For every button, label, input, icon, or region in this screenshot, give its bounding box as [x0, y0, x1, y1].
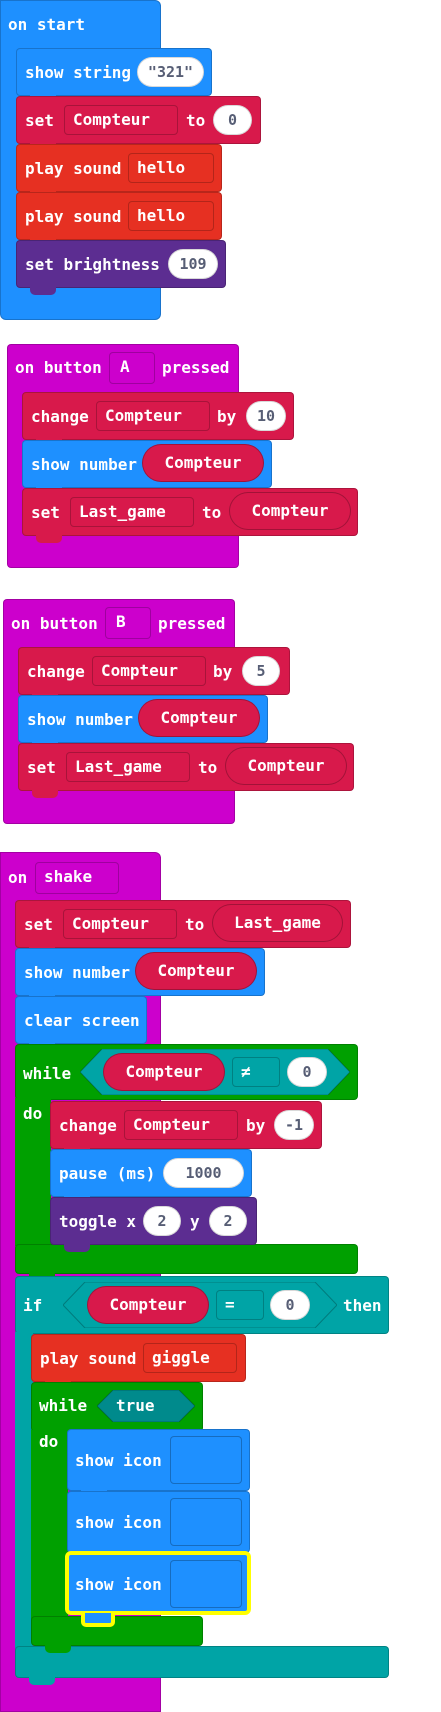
to-label: to: [202, 503, 222, 522]
pressed-label: pressed: [162, 358, 230, 377]
variable-dropdown[interactable]: Compteur: [96, 401, 210, 431]
on-button-label: on button: [11, 614, 98, 633]
variable-dropdown[interactable]: Compteur: [63, 909, 177, 939]
notch: [36, 535, 62, 543]
sound-dropdown[interactable]: hello: [128, 153, 214, 183]
set-value[interactable]: 0: [213, 105, 252, 135]
by-label: by: [246, 1116, 266, 1135]
on-start-label: on start: [8, 15, 86, 34]
variable-dropdown[interactable]: Compteur: [64, 105, 178, 135]
change-label: change: [31, 407, 89, 426]
compteur-reporter[interactable]: Compteur: [138, 699, 260, 737]
if-block-footer: [15, 1646, 389, 1678]
last-game-reporter[interactable]: Last_game: [212, 904, 343, 942]
icon-picker[interactable]: [170, 1436, 242, 1484]
set-brightness-label: set brightness: [25, 255, 160, 274]
by-label: by: [217, 407, 237, 426]
while-label: while: [23, 1064, 72, 1083]
while-true-arm: [31, 1430, 68, 1620]
notch: [30, 287, 56, 295]
compteur-reporter[interactable]: Compteur: [87, 1286, 209, 1324]
toggle-x-value[interactable]: 2: [143, 1206, 181, 1236]
to-label: to: [198, 758, 218, 777]
show-string-value[interactable]: "321": [137, 57, 204, 87]
show-string-label: show string: [25, 63, 131, 82]
change-label: change: [27, 662, 85, 681]
show-icon-label: show icon: [75, 1451, 162, 1470]
show-icon-label: show icon: [75, 1513, 162, 1532]
play-sound-label: play sound: [25, 159, 122, 178]
on-label: on: [8, 868, 28, 887]
then-label: then: [343, 1296, 382, 1315]
clear-screen-label: clear screen: [24, 1011, 140, 1030]
set-label: set: [25, 111, 54, 130]
variable-dropdown[interactable]: Last_game: [70, 497, 194, 527]
toggle-label: toggle x: [59, 1212, 137, 1231]
operator-dropdown[interactable]: =: [216, 1290, 264, 1320]
set-label: set: [27, 758, 56, 777]
notch: [81, 1613, 115, 1627]
y-label: y: [190, 1212, 200, 1231]
by-label: by: [213, 662, 233, 681]
play-sound-label: play sound: [25, 207, 122, 226]
compteur-reporter[interactable]: Compteur: [142, 444, 264, 482]
notch: [64, 1244, 90, 1252]
icon-picker[interactable]: [170, 1560, 242, 1608]
do-label: do: [39, 1432, 59, 1451]
show-number-label: show number: [24, 963, 130, 982]
compare-value[interactable]: 0: [287, 1057, 327, 1087]
show-icon-label: show icon: [75, 1575, 162, 1594]
sound-dropdown[interactable]: hello: [128, 201, 214, 231]
set-label: set: [31, 503, 60, 522]
show-number-label: show number: [31, 455, 137, 474]
pause-label: pause (ms): [59, 1164, 156, 1183]
change-value[interactable]: -1: [274, 1110, 314, 1140]
change-value[interactable]: 5: [242, 656, 280, 686]
compteur-reporter[interactable]: Compteur: [225, 747, 347, 785]
notch: [29, 1677, 55, 1685]
while-label: while: [39, 1396, 88, 1415]
do-label: do: [23, 1104, 43, 1123]
set-label: set: [24, 915, 53, 934]
while-true-footer: [31, 1616, 203, 1646]
brightness-value[interactable]: 109: [168, 249, 218, 279]
button-dropdown[interactable]: B: [105, 607, 151, 639]
notch: [32, 790, 58, 798]
on-button-label: on button: [15, 358, 102, 377]
compteur-reporter[interactable]: Compteur: [103, 1053, 225, 1091]
change-value[interactable]: 10: [246, 401, 286, 431]
to-label: to: [185, 915, 205, 934]
compteur-reporter[interactable]: Compteur: [229, 492, 351, 530]
variable-dropdown[interactable]: Compteur: [124, 1110, 238, 1140]
pressed-label: pressed: [158, 614, 226, 633]
change-label: change: [59, 1116, 117, 1135]
notch: [45, 1645, 71, 1653]
operator-dropdown[interactable]: ≠: [232, 1057, 280, 1087]
variable-dropdown[interactable]: Compteur: [92, 656, 206, 686]
button-dropdown[interactable]: A: [109, 352, 155, 384]
to-label: to: [186, 111, 206, 130]
icon-picker[interactable]: [170, 1498, 242, 1546]
show-number-label: show number: [27, 710, 133, 729]
play-sound-label: play sound: [40, 1349, 137, 1368]
compteur-reporter[interactable]: Compteur: [135, 952, 257, 990]
gesture-dropdown[interactable]: shake: [35, 862, 119, 894]
pause-value[interactable]: 1000: [163, 1158, 244, 1188]
sound-dropdown[interactable]: giggle: [143, 1343, 237, 1373]
true-label: true: [116, 1396, 155, 1415]
toggle-y-value[interactable]: 2: [209, 1206, 247, 1236]
if-label: if: [23, 1296, 43, 1315]
compare-value[interactable]: 0: [270, 1290, 310, 1320]
variable-dropdown[interactable]: Last_game: [66, 752, 190, 782]
